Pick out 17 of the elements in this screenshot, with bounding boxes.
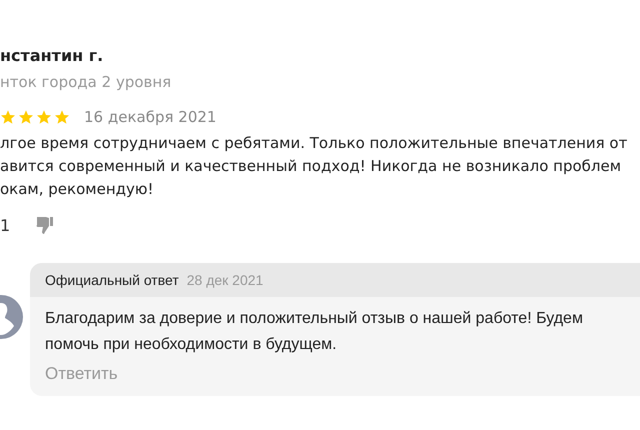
review-text-line: окам, рекомендую! xyxy=(0,179,155,200)
thumbs-down-icon[interactable] xyxy=(36,215,54,235)
reply-button[interactable]: Ответить xyxy=(45,364,118,384)
author-level: нток города 2 уровня xyxy=(0,72,172,93)
review-text-line: авится современный и качественный подход! Никогда не возникало проблем xyxy=(0,156,622,177)
review-text-line: лгое время сотрудничаем с ребятами. Только положительные впечатления от xyxy=(0,133,628,154)
reply-text-line: помочь при необходимости в будущем. xyxy=(45,335,338,355)
star-icon xyxy=(0,109,16,125)
reply-title: Официальный ответ xyxy=(45,272,179,288)
star-icon xyxy=(18,109,34,125)
review-date: 16 декабря 2021 xyxy=(84,108,216,126)
reply-date: 28 дек 2021 xyxy=(186,272,264,288)
star-icon xyxy=(36,109,52,125)
star-icon xyxy=(54,109,70,125)
author-name: нстантин г. xyxy=(0,45,104,67)
reply-text-line: Благодарим за доверие и положительный отзыв о нашей работе! Будем xyxy=(45,309,584,329)
like-count: 1 xyxy=(0,216,10,234)
